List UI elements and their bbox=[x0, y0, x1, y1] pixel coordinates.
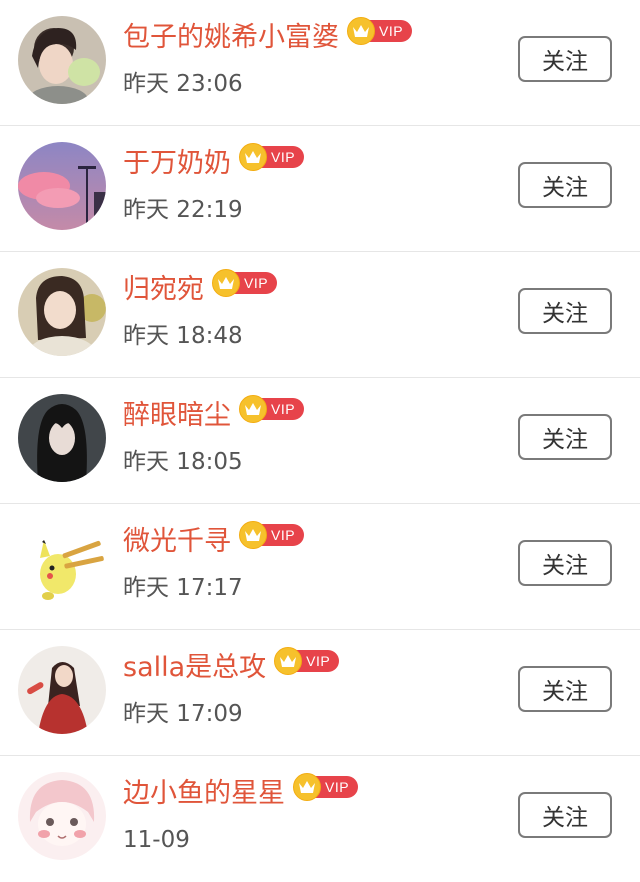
user-name[interactable]: 醉眼暗尘 bbox=[123, 394, 231, 438]
crown-icon bbox=[212, 269, 240, 297]
name-line: salla是总攻 VIP bbox=[123, 646, 340, 690]
timestamp: 昨天 17:09 bbox=[123, 701, 243, 727]
avatar[interactable] bbox=[18, 268, 106, 356]
name-line: 归宛宛 VIP bbox=[123, 268, 278, 312]
name-line: 边小鱼的星星 VIP bbox=[123, 772, 359, 816]
user-name[interactable]: 于万奶奶 bbox=[123, 142, 231, 186]
avatar[interactable] bbox=[18, 646, 106, 734]
list-item[interactable]: 醉眼暗尘 VIP 昨天 18:05 关注 bbox=[0, 378, 640, 504]
list-item[interactable]: 包子的姚希小富婆 VIP 昨天 23:06 关注 bbox=[0, 0, 640, 126]
vip-badge: VIP bbox=[293, 773, 359, 801]
crown-icon bbox=[239, 521, 267, 549]
vip-label: VIP bbox=[325, 779, 350, 795]
crown-icon bbox=[239, 395, 267, 423]
name-line: 于万奶奶 VIP bbox=[123, 142, 305, 186]
vip-badge: VIP bbox=[274, 647, 340, 675]
vip-label: VIP bbox=[271, 401, 296, 417]
vip-badge: VIP bbox=[239, 521, 305, 549]
user-name[interactable]: salla是总攻 bbox=[123, 646, 266, 690]
vip-badge: VIP bbox=[212, 269, 278, 297]
vip-badge: VIP bbox=[239, 143, 305, 171]
list-item[interactable]: 归宛宛 VIP 昨天 18:48 关注 bbox=[0, 252, 640, 378]
follow-button[interactable]: 关注 bbox=[518, 288, 612, 334]
follow-button[interactable]: 关注 bbox=[518, 666, 612, 712]
timestamp: 昨天 23:06 bbox=[123, 71, 243, 97]
vip-label: VIP bbox=[379, 23, 404, 39]
avatar[interactable] bbox=[18, 520, 106, 608]
timestamp: 昨天 18:05 bbox=[123, 449, 243, 475]
crown-icon bbox=[239, 143, 267, 171]
vip-badge: VIP bbox=[239, 395, 305, 423]
name-line: 醉眼暗尘 VIP bbox=[123, 394, 305, 438]
crown-icon bbox=[293, 773, 321, 801]
name-line: 微光千寻 VIP bbox=[123, 520, 305, 564]
avatar[interactable] bbox=[18, 142, 106, 230]
follow-button[interactable]: 关注 bbox=[518, 540, 612, 586]
avatar[interactable] bbox=[18, 772, 106, 860]
user-name[interactable]: 归宛宛 bbox=[123, 268, 204, 312]
user-name[interactable]: 包子的姚希小富婆 bbox=[123, 16, 339, 60]
user-name[interactable]: 微光千寻 bbox=[123, 520, 231, 564]
vip-label: VIP bbox=[244, 275, 269, 291]
list-item[interactable]: salla是总攻 VIP 昨天 17:09 关注 bbox=[0, 630, 640, 756]
vip-badge: VIP bbox=[347, 17, 413, 45]
vip-label: VIP bbox=[271, 527, 296, 543]
avatar[interactable] bbox=[18, 394, 106, 482]
avatar[interactable] bbox=[18, 16, 106, 104]
timestamp: 昨天 22:19 bbox=[123, 197, 243, 223]
crown-icon bbox=[274, 647, 303, 675]
follow-button[interactable]: 关注 bbox=[518, 792, 612, 838]
follow-button[interactable]: 关注 bbox=[518, 36, 612, 82]
list-item[interactable]: 边小鱼的星星 VIP 11-09 关注 bbox=[0, 756, 640, 882]
list-item[interactable]: 微光千寻 VIP 昨天 17:17 关注 bbox=[0, 504, 640, 630]
follow-button[interactable]: 关注 bbox=[518, 162, 612, 208]
timestamp: 昨天 18:48 bbox=[123, 323, 243, 349]
user-name[interactable]: 边小鱼的星星 bbox=[123, 772, 285, 816]
crown-icon bbox=[347, 17, 375, 45]
follow-list: 包子的姚希小富婆 VIP 昨天 23:06 关注 于万奶奶 VIP 昨天 22:… bbox=[0, 0, 640, 882]
vip-label: VIP bbox=[306, 653, 331, 669]
vip-label: VIP bbox=[271, 149, 296, 165]
timestamp: 昨天 17:17 bbox=[123, 575, 243, 601]
list-item[interactable]: 于万奶奶 VIP 昨天 22:19 关注 bbox=[0, 126, 640, 252]
name-line: 包子的姚希小富婆 VIP bbox=[123, 16, 413, 60]
follow-button[interactable]: 关注 bbox=[518, 414, 612, 460]
timestamp: 11-09 bbox=[123, 827, 190, 853]
